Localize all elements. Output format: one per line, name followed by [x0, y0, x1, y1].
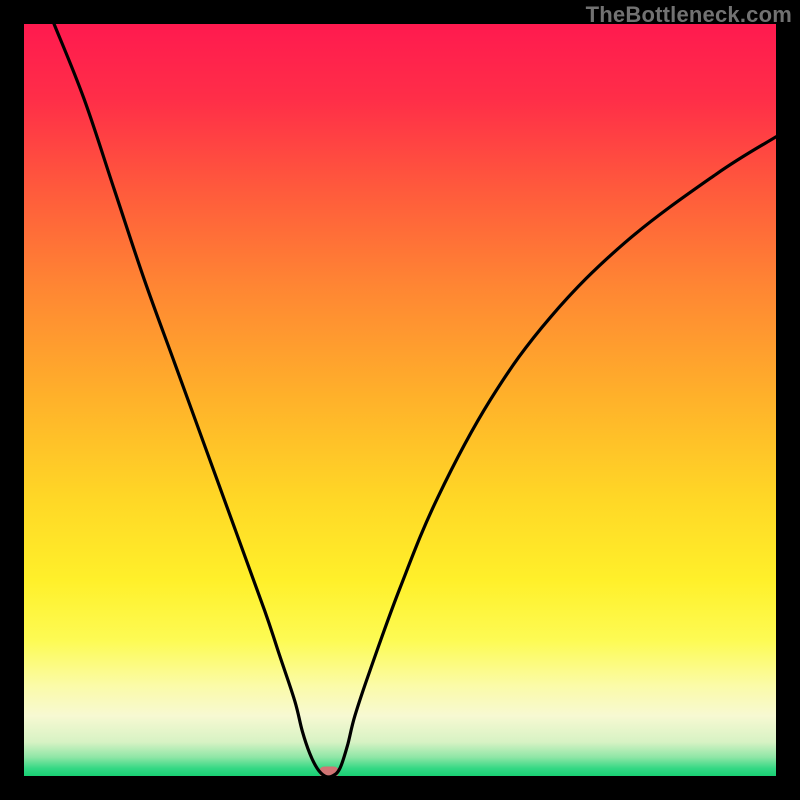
chart-container: TheBottleneck.com — [0, 0, 800, 800]
plot-area — [24, 24, 776, 776]
bottleneck-curve — [24, 24, 776, 776]
watermark-text: TheBottleneck.com — [586, 2, 792, 28]
